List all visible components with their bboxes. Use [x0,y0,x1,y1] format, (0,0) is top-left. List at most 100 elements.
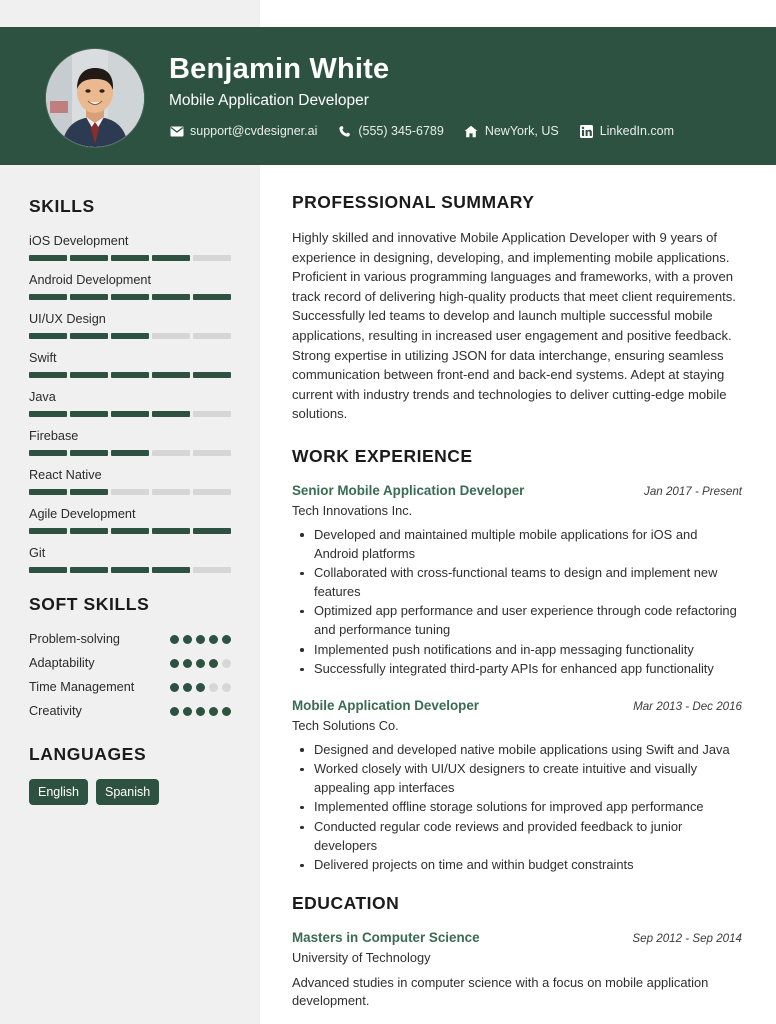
list-item: Delivered projects on time and within bu… [292,856,742,875]
professional-summary-heading: PROFESSIONAL SUMMARY [292,192,535,212]
rating-dot [209,683,218,692]
skill-label: React Native [29,468,102,482]
envelope-icon [169,124,184,138]
education-entry-description: Advanced studies in computer science wit… [292,974,709,1009]
skill-bar-segment [111,333,149,339]
rating-dot [222,707,231,716]
soft-skill-label: Adaptability [29,656,95,670]
skill-bar-segment [29,333,67,339]
skill-label: Swift [29,351,57,365]
work-entry-title: Senior Mobile Application Developer [292,482,525,498]
skill-bar-segment [29,450,67,456]
skill-label: Android Development [29,273,152,287]
soft-skills-list: Problem-solving Adaptability Time Manageme… [29,631,231,720]
skill-bar-segment [111,255,149,261]
professional-summary-text: Highly skilled and innovative Mobile App… [292,230,736,422]
work-entry-date: Mar 2013 - Dec 2016 [633,699,742,713]
list-item: Successfully integrated third-party APIs… [292,660,742,679]
soft-skill-rating [170,631,231,644]
rating-dot [196,707,205,716]
skill-bar-segment [29,255,67,261]
rating-dot [183,707,192,716]
work-entry-organization: Tech Solutions Co. [292,717,399,733]
soft-skill-label: Problem-solving [29,632,120,646]
rating-dot [170,683,179,692]
skill-bar-segment [152,567,190,573]
education-list: Masters in Computer Science Sep 2012 - Se… [292,929,742,1024]
skill-level-bar [29,489,231,495]
home-icon [464,124,479,138]
soft-skill-item: Problem-solving [29,631,231,648]
contact-location-text: NewYork, US [484,124,559,138]
work-entry-bullets: Developed and maintained multiple mobile… [292,526,742,679]
rating-dot [222,683,231,692]
soft-skill-label: Creativity [29,704,82,718]
language-pill[interactable]: English [29,779,88,805]
list-item: Conducted regular code reviews and provi… [292,818,742,855]
sidebar: SKILLS iOS Development Android Developmen… [0,165,260,805]
soft-skill-rating [170,655,231,668]
main-content: PROFESSIONAL SUMMARY Highly skilled and … [260,165,776,1024]
rating-dot [209,635,218,644]
rating-dot [170,635,179,644]
skill-level-bar [29,567,231,573]
list-item: Implemented offline storage solutions fo… [292,798,742,817]
skill-level-bar [29,411,231,417]
work-entry: Senior Mobile Application Developer Jan 2… [292,482,742,679]
contact-location[interactable]: NewYork, US [464,123,559,139]
rating-dot [170,707,179,716]
contact-linkedin-text: LinkedIn.com [599,124,675,138]
linkedin-icon [579,124,594,138]
skill-item: Agile Development [29,506,231,534]
skill-item: Swift [29,350,231,378]
skill-label: Java [29,390,56,404]
contact-phone[interactable]: (555) 345-6789 [337,123,444,139]
skill-bar-segment [111,411,149,417]
education-entry-header: Masters in Computer Science Sep 2012 - Se… [292,929,742,948]
page-title: Benjamin White [169,53,390,85]
rating-dot [209,659,218,668]
work-entry-organization: Tech Innovations Inc. [292,502,413,518]
header-job-title: Mobile Application Developer [169,92,369,109]
skill-label: UI/UX Design [29,312,106,326]
work-experience-list: Senior Mobile Application Developer Jan 2… [292,482,742,875]
skill-level-bar [29,294,231,300]
skill-bar-segment [111,372,149,378]
work-entry-header: Senior Mobile Application Developer Jan 2… [292,482,742,501]
rating-dot [170,659,179,668]
list-item: Developed and maintained multiple mobile… [292,526,742,563]
rating-dot [222,635,231,644]
list-item: Optimized app performance and user exper… [292,602,742,639]
rating-dot [222,659,231,668]
skill-bar-segment [152,372,190,378]
skill-bar-segment [193,372,231,378]
skill-bar-segment [193,255,231,261]
skill-bar-segment [111,489,149,495]
skill-bar-segment [193,450,231,456]
rating-dot [183,683,192,692]
education-entry: Masters in Computer Science Sep 2012 - Se… [292,929,742,1011]
education-heading: EDUCATION [292,892,400,913]
list-item: Implemented push notifications and in-ap… [292,641,742,660]
soft-skill-item: Adaptability [29,655,231,672]
skill-level-bar [29,372,231,378]
skill-bar-segment [70,294,108,300]
skills-heading: SKILLS [29,196,95,216]
contact-email[interactable]: support@cvdesigner.ai [169,123,317,139]
skill-bar-segment [29,294,67,300]
skill-bar-segment [152,255,190,261]
rating-dot [196,635,205,644]
skill-bar-segment [111,294,149,300]
skill-item: Java [29,389,231,417]
skill-label: Firebase [29,429,79,443]
skill-bar-segment [152,528,190,534]
skill-bar-segment [70,255,108,261]
work-entry-date: Jan 2017 - Present [644,484,742,498]
list-item: Collaborated with cross-functional teams… [292,564,742,601]
skill-bar-segment [29,528,67,534]
contact-phone-text: (555) 345-6789 [358,124,444,138]
skill-label: Git [29,546,46,560]
contact-linkedin[interactable]: LinkedIn.com [579,123,674,139]
language-pill[interactable]: Spanish [96,779,160,805]
soft-skill-item: Time Management [29,679,231,696]
